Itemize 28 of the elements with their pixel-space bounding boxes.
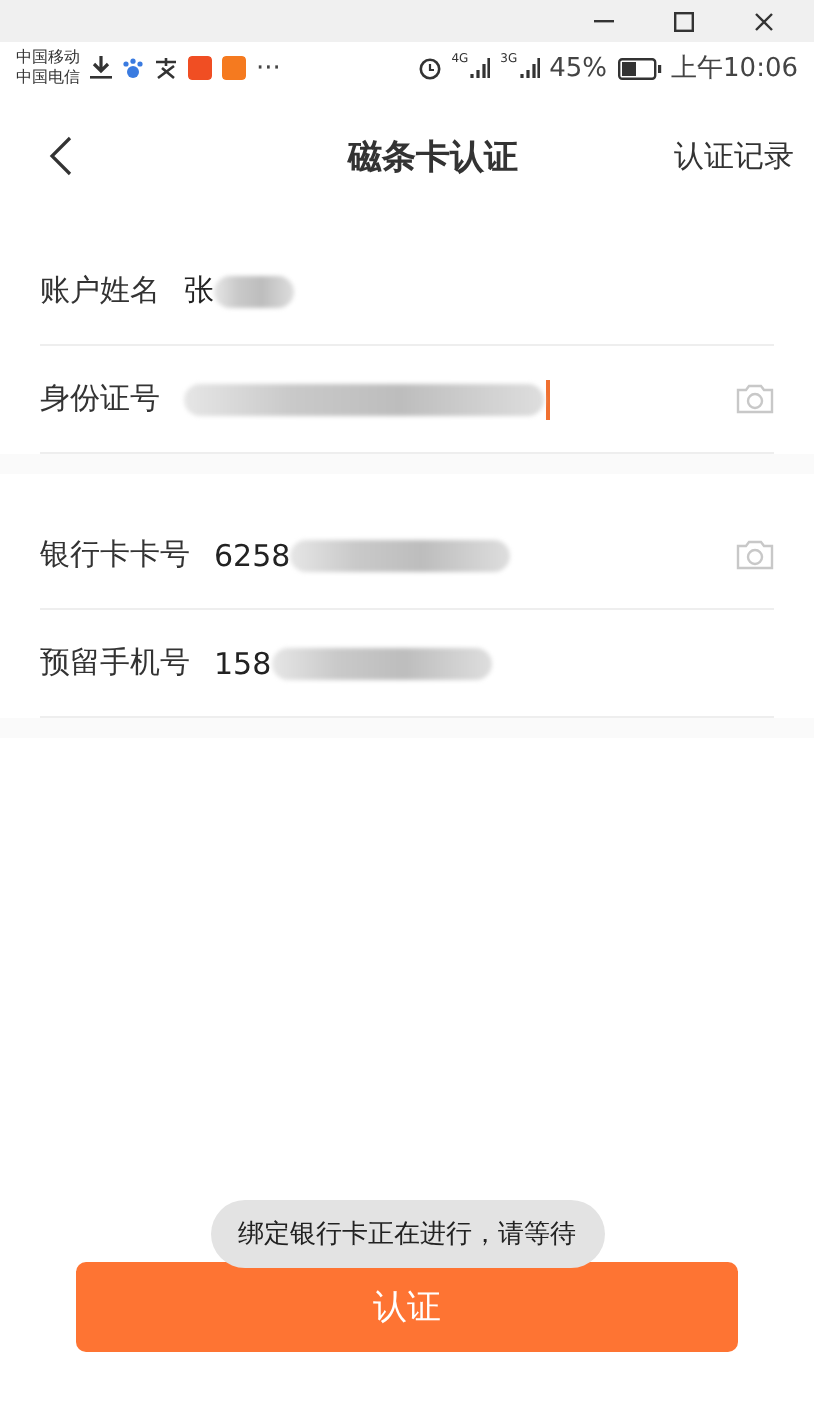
more-notifications: ··· — [256, 53, 281, 83]
toast-message: 绑定银行卡正在进行，请等待 — [210, 1200, 604, 1268]
download-icon — [90, 56, 112, 80]
maximize-icon[interactable] — [674, 11, 694, 31]
app-icon — [222, 56, 246, 80]
battery-icon — [617, 57, 662, 79]
signal-icon — [519, 58, 540, 78]
field-value[interactable]: 张 — [184, 272, 214, 310]
carrier-name: 中国移动 — [16, 48, 80, 68]
signal-icon — [470, 58, 491, 78]
page-title: 磁条卡认证 — [345, 135, 520, 179]
app-icon — [154, 56, 178, 80]
alarm-icon — [417, 56, 442, 80]
paw-icon — [122, 57, 144, 79]
field-value[interactable]: 6258 — [214, 537, 291, 573]
app-icon — [188, 56, 212, 80]
field-label: 预留手机号 — [40, 644, 190, 682]
close-icon[interactable] — [754, 11, 774, 31]
field-value[interactable]: 158 — [214, 645, 272, 681]
carrier-name: 中国电信 — [16, 68, 80, 88]
back-icon[interactable] — [48, 136, 72, 176]
field-label: 账户姓名 — [40, 272, 160, 310]
battery-percent: 45% — [549, 53, 608, 83]
status-time: 上午10:06 — [671, 52, 798, 86]
records-link[interactable]: 认证记录 — [674, 137, 794, 175]
field-label: 身份证号 — [40, 380, 160, 418]
field-label: 银行卡卡号 — [40, 536, 190, 574]
minimize-icon[interactable] — [594, 19, 614, 23]
